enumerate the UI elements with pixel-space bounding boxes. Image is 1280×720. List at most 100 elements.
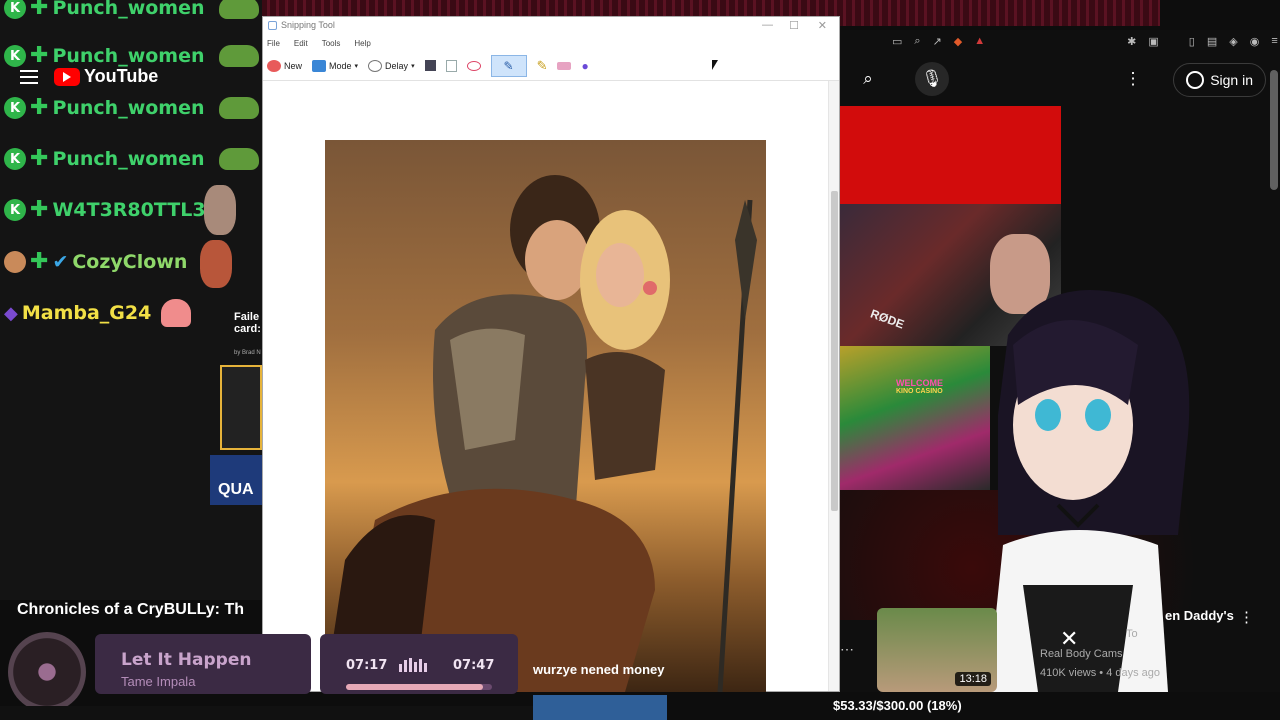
video-menu-icon[interactable]: ⋮	[1239, 608, 1254, 626]
new-button[interactable]: New	[267, 59, 303, 72]
red-thumbnail[interactable]	[840, 106, 1061, 204]
donation-goal-bar: $53.33/$300.00 (18%)	[533, 695, 1280, 720]
share-icon[interactable]: ↗	[933, 35, 942, 48]
mode-button[interactable]: Mode ▾	[312, 59, 358, 72]
save-icon[interactable]	[424, 60, 436, 71]
menu-bar: File Edit Tools Help	[263, 35, 839, 51]
page-scrollbar[interactable]	[1270, 70, 1278, 190]
more-horiz-icon[interactable]: ⋯	[840, 641, 854, 658]
toolbar: New Mode ▾ Delay ▾ ✎ ✎ ●	[263, 51, 839, 81]
pen-icon: ✎	[503, 58, 514, 73]
youtube-brand: YouTube	[84, 66, 159, 86]
microphone-icon[interactable]: 🎙	[915, 62, 949, 96]
delay-button[interactable]: Delay ▾	[368, 59, 415, 72]
face-thumbnail	[200, 240, 232, 288]
copy-icon[interactable]	[445, 59, 457, 72]
vtuber-avatar	[988, 290, 1190, 692]
youtube-logo[interactable]: YouTube	[54, 66, 158, 87]
k-badge-icon: K	[4, 0, 26, 19]
video-thumbnail[interactable]: 13:18	[877, 608, 997, 692]
to-text: To	[1126, 628, 1138, 640]
sign-in-label: Sign in	[1210, 72, 1253, 88]
stream-caption: Chronicles of a CryBULLy: Th	[17, 601, 244, 618]
wallet-icon[interactable]: ▤	[1207, 35, 1217, 48]
eraser-icon[interactable]	[557, 61, 572, 70]
album-art-record	[8, 632, 86, 712]
gem-icon: ◆	[4, 302, 18, 324]
plus-icon: ✚	[30, 197, 49, 222]
k-badge-icon: K	[4, 199, 26, 221]
close-icon[interactable]: ✕	[818, 19, 827, 32]
rewards-icon[interactable]: ▲	[974, 35, 985, 47]
video-channel[interactable]: Real Body Cams	[1040, 648, 1123, 660]
elapsed-time: 07:17	[346, 658, 388, 673]
chat-message: ✚ ✔ CozyClown	[4, 242, 187, 282]
cast-icon[interactable]: ▭	[892, 35, 902, 48]
shield-icon[interactable]: ◉	[1250, 35, 1260, 48]
chat-overlay-message: wurzye nened money	[533, 662, 665, 677]
highlighter-icon[interactable]: ✎	[537, 58, 548, 74]
account-icon	[1186, 71, 1205, 89]
emote-icon	[161, 299, 192, 327]
menu-tools[interactable]: Tools	[322, 39, 341, 48]
chat-message: K ✚ W4T3R80TTL3	[4, 190, 206, 230]
chat-username: Punch_women	[52, 97, 205, 119]
chat-username: Mamba_G24	[21, 302, 152, 324]
extensions-icon[interactable]: ✱	[1127, 35, 1136, 48]
window-titlebar[interactable]: Snipping Tool — ☐ ✕	[263, 17, 839, 35]
k-badge-icon: K	[4, 97, 26, 119]
snipping-tool-icon	[268, 21, 277, 30]
donation-goal-text: $53.33/$300.00 (18%)	[833, 698, 962, 713]
maximize-icon[interactable]: ☐	[789, 19, 799, 32]
vertical-scrollbar[interactable]	[828, 81, 839, 691]
stream-chat-panel: K ✚ Punch_women K ✚ Punch_women K ✚ Punc…	[0, 0, 262, 600]
scrollbar-thumb[interactable]	[831, 191, 838, 511]
paint3d-icon[interactable]: ●	[581, 59, 588, 73]
chat-username: Punch_women	[52, 45, 205, 67]
face-thumbnail	[204, 185, 236, 235]
menu-file[interactable]: File	[267, 39, 280, 48]
background-stream-content: Faile card: by Brad N QUA	[200, 185, 262, 505]
chat-message: K ✚ Punch_women	[4, 139, 259, 179]
menu-edit[interactable]: Edit	[294, 39, 308, 48]
rode-mic-label: RØDE	[868, 306, 907, 332]
chat-username: W4T3R80TTL3	[52, 199, 206, 221]
faile-text: Faile card:	[234, 311, 261, 335]
video-views: 410K views • 4 days ago	[1040, 667, 1161, 679]
k-badge-icon: K	[4, 148, 26, 170]
youtube-mini-header: YouTube	[20, 66, 158, 87]
more-vert-icon[interactable]: ⋮	[1116, 62, 1150, 96]
casino-sign: KINO CASINO	[896, 388, 943, 395]
tabs-icon[interactable]: ▣	[1148, 35, 1158, 48]
brave-icon[interactable]: ◆	[954, 35, 962, 48]
mode-icon	[312, 59, 327, 72]
song-progress-bar	[346, 684, 492, 690]
now-playing-widget: Let It Happen Tame Impala	[95, 634, 311, 694]
snipped-image	[325, 140, 766, 692]
x-logo-icon: ✕	[1060, 626, 1079, 651]
new-label: New	[284, 60, 303, 71]
card-frame	[220, 365, 262, 450]
minimize-icon[interactable]: —	[762, 19, 773, 31]
avatar-badge-icon	[4, 251, 26, 273]
chat-message: K ✚ Punch_women	[4, 0, 259, 28]
browser-toolbar: ▭ ⌕ ↗ ◆ ▲ ✱ ▣ ▯ ▤ ◈ ◉ ≡	[840, 30, 1280, 52]
video-title[interactable]: en Daddy's	[1165, 608, 1234, 623]
plus-icon: ✚	[30, 43, 49, 68]
frog-emote-icon	[218, 0, 259, 19]
sidebar-icon[interactable]: ▯	[1189, 35, 1195, 48]
search-icon[interactable]: ⌕	[851, 62, 885, 96]
vpn-icon[interactable]: ◈	[1229, 35, 1237, 48]
video-duration: 13:18	[955, 672, 991, 686]
menu-help[interactable]: Help	[354, 39, 370, 48]
equalizer-icon	[399, 658, 427, 672]
by-text: by Brad N	[234, 350, 261, 356]
chevron-down-icon: ▾	[411, 62, 415, 70]
sign-in-button[interactable]: Sign in	[1173, 63, 1266, 97]
browser-menu-icon[interactable]: ≡	[1271, 35, 1277, 47]
send-icon[interactable]	[466, 60, 481, 71]
menu-icon[interactable]	[20, 69, 38, 84]
pen-tool-button[interactable]: ✎	[490, 54, 527, 77]
zoom-icon[interactable]: ⌕	[914, 35, 920, 48]
plus-icon: ✚	[30, 146, 49, 171]
